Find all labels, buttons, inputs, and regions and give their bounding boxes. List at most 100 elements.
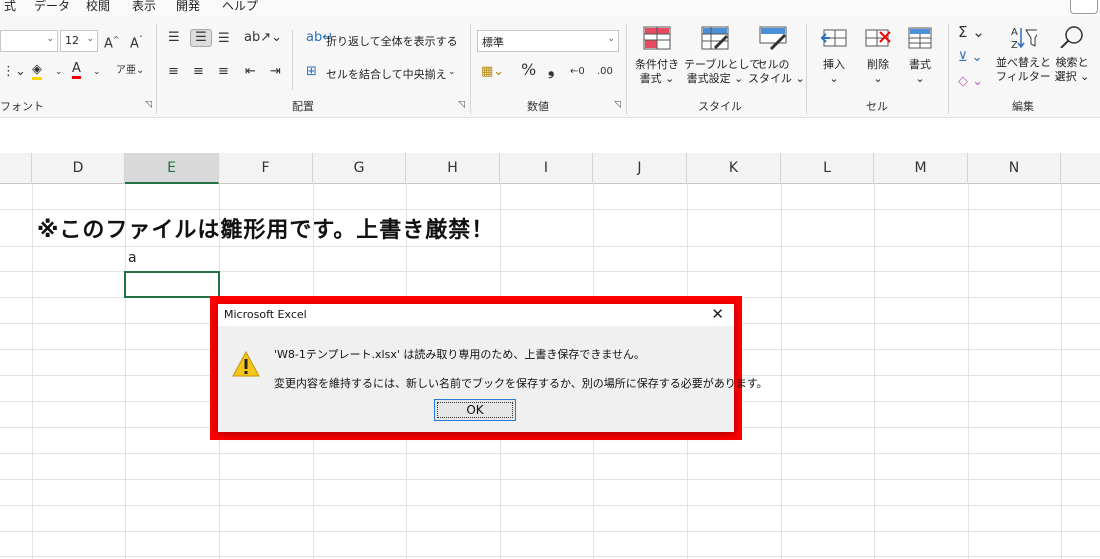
dialog-title-bar: Microsoft Excel ✕ xyxy=(218,304,734,326)
find-select-button[interactable]: 検索と 選択 ⌄ xyxy=(1052,24,1092,84)
delete-cells-icon xyxy=(865,29,891,47)
font-name-combo[interactable]: ⌄ xyxy=(0,30,58,52)
align-middle-icon[interactable]: ☰ xyxy=(190,29,212,47)
font-size-combo[interactable]: 12 ⌄ xyxy=(60,30,98,52)
column-header-d[interactable]: D xyxy=(32,153,125,184)
increase-font-icon[interactable]: A^ xyxy=(104,32,120,52)
insert-cells-icon xyxy=(820,29,847,47)
column-header-n[interactable]: N xyxy=(968,153,1061,184)
phonetic-icon[interactable]: ア亜⌄ xyxy=(116,63,144,79)
divider xyxy=(806,24,807,114)
decrease-decimal-icon[interactable]: .00 xyxy=(597,64,613,80)
align-left-icon[interactable]: ≡ xyxy=(168,64,179,80)
conditional-format-icon xyxy=(643,26,671,50)
delete-button[interactable]: 削除 ⌄ xyxy=(858,26,898,86)
format-button[interactable]: 書式 ⌄ xyxy=(900,26,940,86)
sort-filter-icon: A Z xyxy=(1011,27,1041,51)
column-header-l[interactable]: L xyxy=(781,153,874,184)
chevron-down-icon[interactable]: ⌄ xyxy=(448,64,456,80)
svg-text:Z: Z xyxy=(1011,40,1018,48)
excel-window: 式 データ 校閲 表示 開発 ヘルプ ⌄ 12 ⌄ A^ Aˇ ⋮⌄ ◈ ⌄ A … xyxy=(0,0,1100,559)
merge-center-button[interactable]: セルを結合して中央揃え xyxy=(326,66,447,82)
dialog-launcher-icon[interactable]: ◹ xyxy=(614,100,621,110)
active-cell[interactable] xyxy=(124,271,220,298)
column-header-c[interactable] xyxy=(0,153,32,184)
dialog-launcher-icon[interactable]: ◹ xyxy=(145,100,152,110)
search-icon xyxy=(1060,26,1083,49)
divider xyxy=(626,24,627,114)
ribbon: ⌄ 12 ⌄ A^ Aˇ ⋮⌄ ◈ ⌄ A ⌄ ア亜⌄ フォント ◹ ☰ ☰ ☰ … xyxy=(0,16,1100,118)
chevron-down-icon[interactable]: ⌄ xyxy=(93,64,101,80)
column-header-g[interactable]: G xyxy=(313,153,406,184)
decrease-font-icon[interactable]: Aˇ xyxy=(130,32,143,52)
cells-group-label: セル xyxy=(866,100,888,113)
sheet-title-cell[interactable]: ※このファイルは雛形用です。上書き厳禁！ xyxy=(37,212,494,244)
chevron-down-icon[interactable]: ⌄ xyxy=(55,64,63,80)
fill-down-icon[interactable]: ⊻ ⌄ xyxy=(958,50,983,66)
dialog-launcher-icon[interactable]: ◹ xyxy=(458,100,465,110)
chevron-down-icon: ⌄ xyxy=(607,34,615,44)
orientation-icon[interactable]: ab↗⌄ xyxy=(244,30,282,46)
insert-button[interactable]: 挿入 ⌄ xyxy=(814,26,854,86)
number-group-label: 数値 xyxy=(527,100,549,113)
column-header-h[interactable]: H xyxy=(406,153,500,184)
currency-icon[interactable]: ▦⌄ xyxy=(481,64,504,80)
chevron-down-icon: ⌄ xyxy=(86,34,94,44)
column-header-j[interactable]: J xyxy=(593,153,687,184)
dialog-title: Microsoft Excel xyxy=(224,308,307,321)
comment-button[interactable] xyxy=(1070,0,1098,14)
wrap-text-button[interactable]: 折り返して全体を表示する xyxy=(326,33,458,49)
dialog-message-1: 'W8-1テンプレート.xlsx' は読み取り専用のため、上書き保存できません。 xyxy=(274,348,646,361)
svg-text:A: A xyxy=(1011,27,1018,38)
column-header-k[interactable]: K xyxy=(687,153,781,184)
formula-bar-area xyxy=(0,119,1100,153)
conditional-format-button[interactable]: 条件付き 書式 ⌄ xyxy=(632,26,682,86)
font-group-label: フォント xyxy=(0,100,44,113)
divider xyxy=(470,24,471,114)
editing-group-label: 編集 xyxy=(1012,100,1034,113)
tab-developer[interactable]: 開発 xyxy=(176,0,200,14)
font-color-icon[interactable]: A xyxy=(72,62,81,79)
percent-icon[interactable]: % xyxy=(521,62,536,78)
dialog-message-2: 変更内容を維持するには、新しい名前でブックを保存するか、別の場所に保存する必要が… xyxy=(274,377,768,390)
tab-help[interactable]: ヘルプ xyxy=(222,0,258,14)
ok-button[interactable]: OK xyxy=(434,399,516,421)
close-icon[interactable]: ✕ xyxy=(711,305,724,323)
table-style-icon xyxy=(701,26,729,50)
align-right-icon[interactable]: ≡ xyxy=(218,64,229,80)
tab-formulas[interactable]: 式 xyxy=(4,0,16,14)
align-bottom-icon[interactable]: ☰ xyxy=(218,31,230,47)
merge-center-icon[interactable]: ⊞ xyxy=(306,64,317,80)
column-header-i[interactable]: I xyxy=(500,153,593,184)
divider xyxy=(292,30,293,90)
align-center-icon[interactable]: ≡ xyxy=(193,64,204,80)
tab-view[interactable]: 表示 xyxy=(132,0,156,14)
decrease-indent-icon[interactable]: ⇤ xyxy=(245,64,256,80)
clear-icon[interactable]: ◇ ⌄ xyxy=(958,74,983,90)
chevron-down-icon: ⌄ xyxy=(46,34,54,44)
divider xyxy=(156,24,157,114)
tab-data[interactable]: データ xyxy=(34,0,70,14)
increase-decimal-icon[interactable]: ←0 xyxy=(570,64,585,80)
format-as-table-button[interactable]: テーブルとして 書式設定 ⌄ xyxy=(684,26,760,86)
sort-filter-button[interactable]: A Z 並べ替えと フィルター ⌄ xyxy=(996,24,1064,84)
cell-e-value[interactable]: a xyxy=(128,250,137,266)
border-icon[interactable]: ⋮⌄ xyxy=(2,64,26,80)
styles-group-label: スタイル xyxy=(698,100,742,113)
divider xyxy=(948,24,949,114)
readonly-save-dialog: Microsoft Excel ✕ 'W8-1テンプレート.xlsx' は読み取… xyxy=(218,304,768,432)
cell-styles-button[interactable]: セルの スタイル ⌄ xyxy=(748,26,805,86)
comma-icon[interactable]: ❟ xyxy=(548,62,554,78)
align-top-icon[interactable]: ☰ xyxy=(168,30,180,46)
number-format-combo[interactable]: 標準 ⌄ xyxy=(477,30,619,52)
tab-review[interactable]: 校閲 xyxy=(86,0,110,14)
autosum-icon[interactable]: Σ ⌄ xyxy=(958,24,985,40)
column-header-f[interactable]: F xyxy=(219,153,313,184)
column-header-m[interactable]: M xyxy=(874,153,968,184)
increase-indent-icon[interactable]: ⇥ xyxy=(270,64,281,80)
fill-color-icon[interactable]: ◈ xyxy=(32,63,42,80)
menu-bar: 式 データ 校閲 表示 開発 ヘルプ xyxy=(0,0,1100,16)
warning-icon xyxy=(232,351,260,377)
column-header-e[interactable]: E xyxy=(125,153,219,184)
alignment-group-label: 配置 xyxy=(292,100,314,113)
